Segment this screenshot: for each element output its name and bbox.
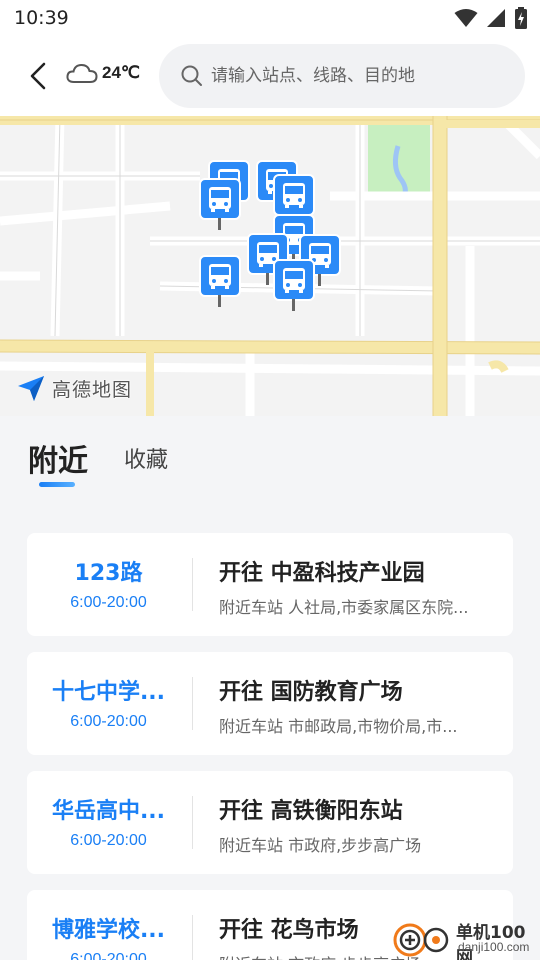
chevron-left-icon bbox=[30, 62, 46, 90]
route-hours: 6:00-20:00 bbox=[70, 951, 147, 960]
watermark-url: danji100.com bbox=[458, 940, 530, 954]
status-time: 10:39 bbox=[14, 7, 69, 29]
search-icon bbox=[181, 65, 202, 86]
route-name: 博雅学校... bbox=[51, 918, 166, 943]
amap-logo-icon bbox=[18, 376, 44, 401]
map-provider-logo: 高德地图 bbox=[16, 374, 132, 402]
route-card[interactable]: 十七中学... 6:00-20:00 开往 国防教育广场 附近车站 市邮政局,市… bbox=[27, 652, 513, 755]
bus-icon bbox=[273, 259, 315, 301]
route-info: 123路 6:00-20:00 bbox=[27, 533, 190, 636]
bus-stop-marker[interactable] bbox=[273, 174, 315, 226]
route-info: 十七中学... 6:00-20:00 bbox=[27, 652, 190, 755]
site-watermark: 单机100网 danji100.com bbox=[392, 914, 540, 960]
route-destination: 开往 中盈科技产业园 bbox=[219, 561, 425, 586]
bus-stop-marker[interactable] bbox=[199, 255, 241, 307]
bus-stop-marker[interactable] bbox=[273, 259, 315, 311]
watermark-logo-icon bbox=[393, 923, 449, 957]
route-name: 华岳高中... bbox=[51, 799, 166, 824]
bus-icon bbox=[273, 174, 315, 216]
back-button[interactable] bbox=[22, 58, 54, 94]
search-input[interactable] bbox=[211, 66, 511, 86]
search-box[interactable] bbox=[159, 44, 525, 108]
divider bbox=[192, 677, 193, 730]
cloud-icon bbox=[66, 63, 98, 83]
route-info: 博雅学校... 6:00-20:00 bbox=[27, 890, 190, 960]
divider bbox=[192, 915, 193, 960]
route-hours: 6:00-20:00 bbox=[70, 594, 147, 611]
divider bbox=[192, 796, 193, 849]
signal-icon bbox=[487, 9, 505, 27]
nearby-stops: 附近车站 人社局,市委家属区东院... bbox=[219, 598, 469, 617]
bus-icon bbox=[199, 255, 241, 297]
route-card[interactable]: 123路 6:00-20:00 开往 中盈科技产业园 附近车站 人社局,市委家属… bbox=[27, 533, 513, 636]
route-hours: 6:00-20:00 bbox=[70, 832, 147, 849]
wifi-icon bbox=[454, 9, 478, 27]
route-info: 华岳高中... 6:00-20:00 bbox=[27, 771, 190, 874]
route-hours: 6:00-20:00 bbox=[70, 713, 147, 730]
route-destination: 开往 花鸟市场 bbox=[219, 918, 359, 943]
route-name: 十七中学... bbox=[51, 680, 166, 705]
status-bar: 10:39 bbox=[0, 0, 540, 36]
route-name: 123路 bbox=[74, 561, 143, 586]
divider bbox=[192, 558, 193, 611]
nearby-stops: 附近车站 市邮政局,市物价局,市... bbox=[219, 717, 458, 736]
nearby-stops: 附近车站 市政府,步步高广场 bbox=[219, 836, 422, 855]
status-icons bbox=[454, 7, 528, 29]
map-provider-label: 高德地图 bbox=[52, 378, 133, 401]
battery-charging-icon bbox=[515, 7, 527, 29]
route-destination: 开往 国防教育广场 bbox=[219, 680, 403, 705]
route-card[interactable]: 华岳高中... 6:00-20:00 开往 高铁衡阳东站 附近车站 市政府,步步… bbox=[27, 771, 513, 874]
tab-nearby[interactable]: 附近 bbox=[28, 436, 88, 480]
tab-bar: 附近 收藏 bbox=[0, 416, 540, 516]
map-view[interactable]: 高德地图 bbox=[0, 116, 540, 416]
tab-active-indicator bbox=[39, 482, 75, 487]
tab-favorites[interactable]: 收藏 bbox=[124, 442, 168, 474]
weather-widget[interactable]: 24℃ bbox=[66, 62, 140, 84]
bus-icon bbox=[199, 178, 241, 220]
route-destination: 开往 高铁衡阳东站 bbox=[219, 799, 403, 824]
bus-stop-marker[interactable] bbox=[199, 178, 241, 230]
weather-temperature: 24℃ bbox=[102, 63, 141, 82]
top-bar: 24℃ bbox=[0, 36, 540, 116]
